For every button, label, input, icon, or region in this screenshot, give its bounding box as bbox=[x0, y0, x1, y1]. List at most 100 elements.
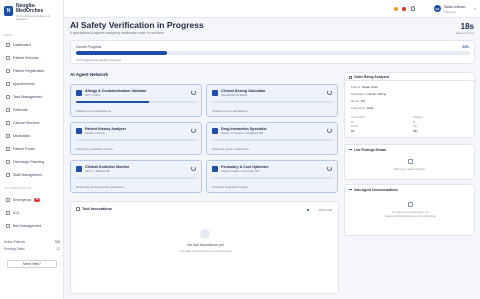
agent-card-history[interactable]: Patient History Analyzer Claude 3 Sonnet… bbox=[70, 122, 202, 155]
comms-title: Inter-Agent Communications bbox=[354, 188, 398, 192]
agent-card-interaction[interactable]: Drug Interaction Specialist Claude 3.5 S… bbox=[206, 122, 338, 155]
patient-name: Sarah Chen bbox=[362, 85, 379, 89]
stat-value: 358 bbox=[54, 240, 60, 244]
sidebar-item-label: Discharge Planning bbox=[13, 159, 45, 164]
sidebar-item-appointments[interactable]: Appointments bbox=[3, 79, 61, 88]
avatar[interactable]: SJ bbox=[434, 5, 441, 12]
topbar: SJ Sarah Johnson Physician ▾ bbox=[64, 0, 480, 18]
agent-name: Clinical Guideline Monitor bbox=[85, 165, 130, 169]
sidebar-item-emergency[interactable]: Emergency 99 bbox=[3, 195, 61, 204]
agent-status: Retrieving clinical practice guidelines.… bbox=[76, 185, 126, 189]
agent-model: GPT-4 + Medical DB bbox=[85, 170, 110, 173]
brand[interactable]: N Neuglia-MedOrches Orchestrating Excell… bbox=[0, 0, 63, 26]
route-value: PO bbox=[360, 99, 366, 103]
sidebar-item-label: Medication bbox=[13, 133, 31, 138]
sidebar-item-icu[interactable]: ICU bbox=[3, 208, 61, 217]
share-icon bbox=[6, 107, 10, 112]
sidebar-item-task-management[interactable]: Task Management bbox=[3, 92, 61, 101]
hourglass-icon bbox=[408, 159, 413, 164]
brand-logo: N bbox=[4, 6, 13, 16]
help-button-label: Need Help? bbox=[23, 262, 41, 266]
sidebar-item-label: Staff Management bbox=[13, 172, 43, 177]
sidebar: N Neuglia-MedOrches Orchestrating Excell… bbox=[0, 0, 64, 299]
elapsed-timer: 18s bbox=[460, 22, 474, 31]
bell-icon[interactable] bbox=[411, 6, 415, 11]
refresh-icon bbox=[327, 90, 332, 95]
agent-card-guideline[interactable]: Clinical Guideline Monitor GPT-4 + Medic… bbox=[70, 160, 202, 193]
user-name[interactable]: Sarah Johnson bbox=[444, 5, 465, 9]
agent-name: Formulary & Cost Optimizer bbox=[221, 165, 269, 169]
stat-key: eGFR bbox=[351, 125, 358, 128]
agent-card-formulary[interactable]: Formulary & Cost Optimizer Claude 3 Haik… bbox=[206, 160, 338, 193]
agent-card-dosing[interactable]: Clinical Dosing Calculator Specialized M… bbox=[206, 84, 338, 117]
agent-model: Claude 3.5 Sonnet + DrugBank API bbox=[221, 132, 264, 135]
chat-icon bbox=[349, 189, 352, 190]
tool-invocations-panel: Tool Invocations MCP LIVE No tool invoca… bbox=[70, 201, 339, 294]
order-title: Order Being Analyzed bbox=[354, 75, 390, 79]
stat-val: 68y bbox=[413, 129, 418, 133]
history-icon bbox=[76, 128, 82, 134]
order-analyzed-card: Order Being Analyzed Patient: Sarah Chen… bbox=[344, 72, 476, 138]
sidebar-item-patient-records[interactable]: Patient Records bbox=[3, 53, 61, 62]
findings-title: Live Findings Stream bbox=[354, 148, 387, 152]
user-role: Physician bbox=[444, 9, 456, 14]
sidebar-item-staff-management[interactable]: Staff Management bbox=[3, 170, 61, 179]
chevron-down-icon[interactable]: ▾ bbox=[474, 7, 476, 11]
sidebar-item-label: Emergency bbox=[13, 197, 32, 202]
inter-agent-comms-panel: Inter-Agent Communications No agent comm… bbox=[344, 184, 475, 236]
sidebar-item-discharge-planning[interactable]: Discharge Planning bbox=[3, 157, 61, 166]
agent-status: Initializing dose calculations... bbox=[212, 109, 251, 113]
progress-label: Overall Progress bbox=[76, 45, 102, 49]
dollar-icon bbox=[212, 166, 218, 172]
brand-title: Neuglia-MedOrches bbox=[16, 3, 44, 14]
agent-card-allergy[interactable]: Allergy & Contraindication Validator GPT… bbox=[70, 84, 202, 117]
sidebar-item-patient-portal[interactable]: Patient Portal bbox=[3, 144, 61, 153]
sidebar-item-bed-management[interactable]: Bed Management bbox=[3, 221, 61, 230]
agent-model: GPT-4 Turbo bbox=[85, 94, 101, 97]
findings-empty: Waiting for agent findings... bbox=[393, 167, 428, 171]
live-dot-icon bbox=[306, 208, 309, 211]
stat-key: Allergies bbox=[413, 116, 423, 119]
bed-icon bbox=[6, 223, 10, 228]
search-icon bbox=[200, 229, 210, 239]
agent-status: Checking hospital formulary... bbox=[212, 185, 250, 189]
refresh-icon bbox=[191, 128, 196, 133]
agent-progress-bar bbox=[212, 177, 334, 179]
stat-val: 65 bbox=[351, 129, 355, 133]
agent-name: Allergy & Contraindication Validator bbox=[85, 89, 147, 93]
sidebar-stats: Active Patients 358 Pending Tasks 12 bbox=[4, 240, 60, 254]
sidebar-item-label: Appointments bbox=[13, 81, 35, 86]
live-findings-panel: Live Findings Stream Waiting for agent f… bbox=[344, 144, 475, 180]
agent-model: Claude 3 Sonnet bbox=[85, 132, 106, 135]
agent-progress-bar bbox=[76, 139, 198, 141]
sidebar-item-label: Patient Portal bbox=[13, 146, 35, 151]
shield-icon bbox=[76, 90, 82, 96]
stat-value: 12 bbox=[56, 247, 60, 251]
stat-val: 4 bbox=[351, 120, 353, 124]
sidebar-item-referrals[interactable]: Referrals bbox=[3, 105, 61, 114]
refresh-icon bbox=[191, 166, 196, 171]
refresh-icon bbox=[191, 90, 196, 95]
sidebar-item-patient-registration[interactable]: Patient Registration bbox=[3, 66, 61, 75]
stat-val: 1 bbox=[413, 120, 415, 124]
user-plus-icon bbox=[6, 68, 10, 73]
status-dot-icon[interactable] bbox=[394, 7, 398, 11]
agent-progress-bar bbox=[212, 139, 334, 141]
message-icon bbox=[408, 202, 413, 207]
folder-icon bbox=[6, 55, 10, 60]
need-help-button[interactable]: Need Help? bbox=[7, 260, 57, 268]
alert-dot-icon[interactable] bbox=[402, 7, 406, 11]
agent-progress-bar bbox=[76, 101, 198, 103]
sidebar-item-dashboard[interactable]: Dashboard bbox=[3, 40, 61, 49]
sidebar-item-medication[interactable]: Medication bbox=[3, 131, 61, 140]
sidebar-item-label: Patient Records bbox=[13, 55, 39, 60]
calendar-icon bbox=[6, 81, 10, 86]
clipboard-icon bbox=[349, 75, 352, 79]
sidebar-item-label: ICU bbox=[13, 210, 20, 215]
sidebar-item-clinical-services[interactable]: Clinical Services bbox=[3, 118, 61, 127]
agent-status: Scanning active medications... bbox=[212, 147, 252, 151]
agent-progress-bar bbox=[76, 177, 198, 179]
agent-network-title: AI Agent Network bbox=[70, 72, 109, 77]
route-label: Route: bbox=[351, 99, 360, 103]
sidebar-item-label: Clinical Services bbox=[13, 120, 40, 125]
